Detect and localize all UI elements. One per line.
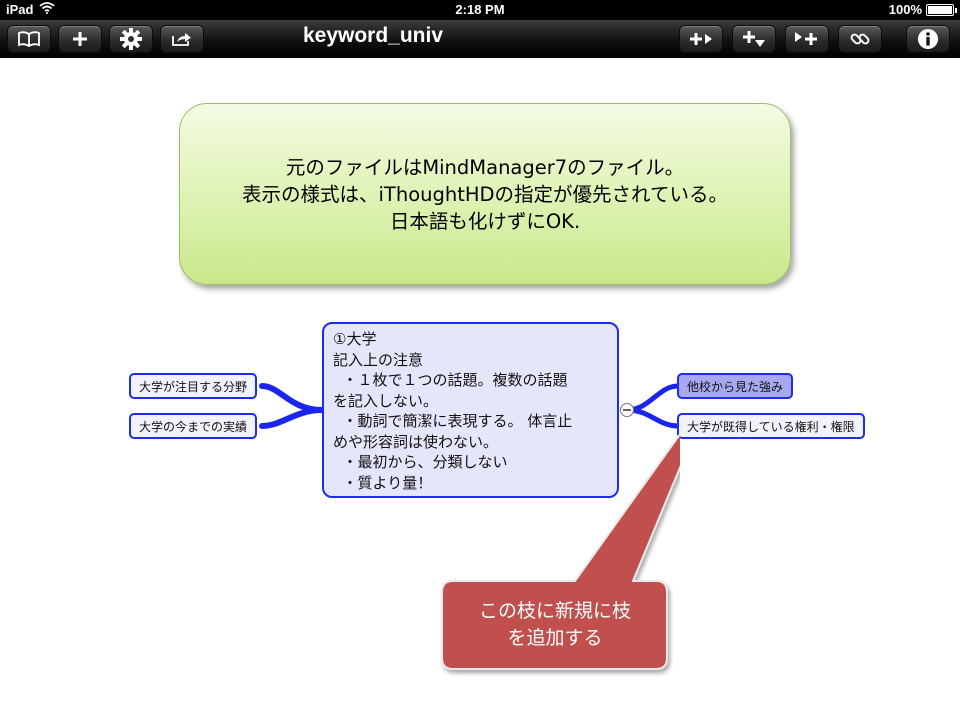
note-line: 元のファイルはMindManager7のファイル。 <box>285 155 685 179</box>
status-time: 2:18 PM <box>455 2 505 17</box>
topic-right-1-selected[interactable]: 他校から見た強み <box>677 373 794 399</box>
note-line: 日本語も化けずにOK. <box>389 209 581 233</box>
mind-map-canvas[interactable]: 元のファイルはMindManager7のファイル。 表示の様式は、iThough… <box>0 59 960 720</box>
link-icon <box>849 28 871 50</box>
battery-percent: 100% <box>888 2 922 17</box>
branch-left-1 <box>259 383 325 413</box>
callout-note: この枝に新規に枝 を追加する <box>443 581 667 669</box>
toolbar: keyword_univ <box>0 20 960 58</box>
topic-right-2[interactable]: 大学が既得している権利・権限 <box>677 413 865 439</box>
add-child-button[interactable] <box>732 25 776 53</box>
callout-line: この枝に新規に枝 <box>478 600 631 622</box>
status-bar: iPad 2:18 PM 100% <box>0 0 960 20</box>
add-topic-button[interactable] <box>785 25 829 53</box>
info-button[interactable] <box>906 25 950 53</box>
document-title: keyword_univ <box>302 24 444 47</box>
add-child-icon <box>742 30 766 48</box>
add-sibling-icon <box>689 31 713 47</box>
wifi-icon <box>39 2 56 17</box>
info-icon <box>917 28 939 50</box>
link-button[interactable] <box>838 25 882 53</box>
central-topic-line: 記入上の注意 <box>333 350 424 369</box>
branch-left-2 <box>259 407 325 429</box>
battery-icon <box>926 3 957 16</box>
topic-left-1[interactable]: 大学が注目する分野 <box>129 373 258 399</box>
callout-line: を追加する <box>507 627 603 649</box>
device-label: iPad <box>6 2 34 17</box>
note-line: 表示の様式は、iThoughtHDの指定が優先されている。 <box>242 182 728 206</box>
central-topic-line: ・１枚で１つの話題。複数の話題 <box>333 371 568 389</box>
central-topic-line: ①大学 <box>333 330 377 348</box>
add-topic-icon <box>794 30 820 48</box>
add-sibling-button[interactable] <box>679 25 723 53</box>
note-box[interactable]: 元のファイルはMindManager7のファイル。 表示の様式は、iThough… <box>179 103 791 285</box>
topic-left-2[interactable]: 大学の今までの実績 <box>129 413 258 439</box>
